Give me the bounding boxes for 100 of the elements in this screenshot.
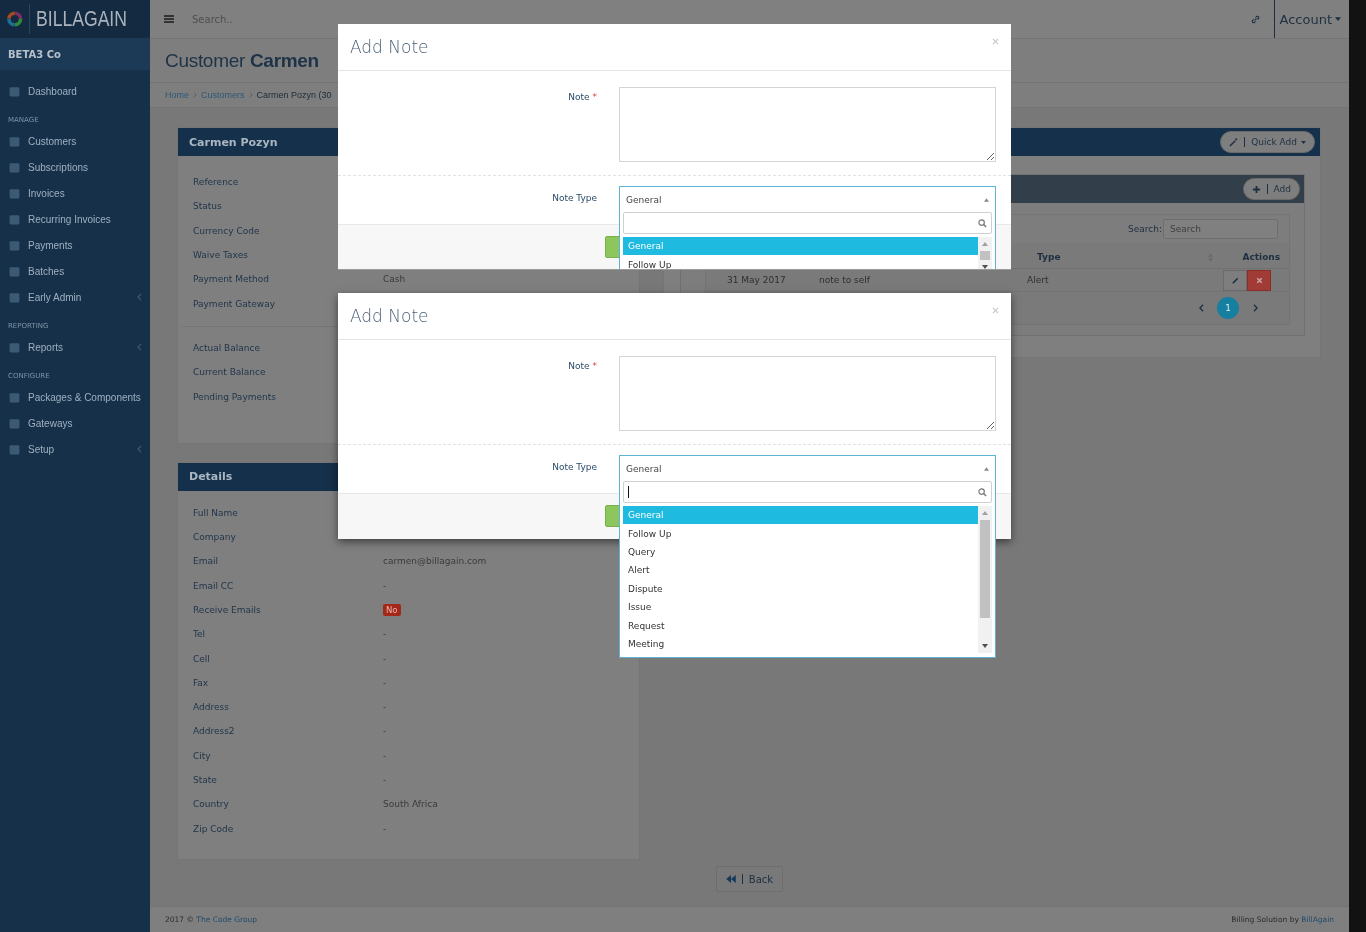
dialog-title: Add Note: [350, 306, 430, 326]
page-button[interactable]: 1: [1217, 297, 1239, 319]
chevron-left-icon: [137, 445, 142, 453]
dropdown-option[interactable]: Issue: [623, 597, 978, 617]
field-label: Fax: [193, 677, 210, 688]
note-textarea[interactable]: [619, 87, 996, 162]
add-button[interactable]: Add: [1242, 178, 1300, 200]
caret-icon: [1335, 17, 1341, 21]
field-value: -: [383, 775, 387, 786]
dropdown-option[interactable]: Follow Up: [623, 255, 978, 269]
breadcrumb-current: Carmen Pozyn (30: [256, 90, 332, 100]
chevron-left-icon: [1198, 304, 1204, 312]
field-label: Actual Balance: [193, 342, 261, 353]
search-icon: [978, 487, 987, 497]
link-icon[interactable]: [1249, 13, 1261, 25]
table-search-field[interactable]: Search: [1163, 219, 1278, 239]
field-label: Country: [193, 799, 230, 810]
field-label: State: [193, 775, 218, 786]
account-menu[interactable]: Account: [1279, 11, 1349, 27]
scrollbar[interactable]: [978, 506, 992, 654]
dropdown-option[interactable]: Follow Up: [623, 524, 978, 543]
page-title: Customer Carmen: [165, 49, 319, 72]
scrollbar[interactable]: [978, 237, 992, 269]
table-cell-text: note to self: [819, 275, 871, 285]
dropdown-option[interactable]: Meeting: [623, 634, 978, 654]
field-label: Pending Payments: [193, 391, 277, 402]
dropdown-option[interactable]: Request: [623, 616, 978, 635]
scroll-up-icon[interactable]: [982, 511, 988, 515]
field-label: City: [193, 750, 212, 761]
sidebar-item[interactable]: Batches: [0, 258, 150, 284]
search-label: Search:: [1128, 224, 1162, 234]
field-label: Tel: [193, 629, 206, 640]
note-type-label: Note Type: [551, 461, 597, 472]
field-value: carmen@billagain.com: [383, 556, 487, 567]
wand-icon: [1229, 137, 1239, 147]
pencil-icon: [1230, 275, 1240, 285]
dropdown-search-field[interactable]: [623, 212, 992, 234]
caret-icon: [1301, 140, 1306, 144]
field-label: Address: [193, 702, 230, 713]
field-value: Cash: [383, 274, 406, 285]
field-label: Company: [193, 532, 237, 543]
sidebar-item[interactable]: Subscriptions: [0, 154, 150, 180]
field-label: Full Name: [193, 507, 239, 518]
dropdown-search-field[interactable]: [623, 481, 992, 503]
note-textarea[interactable]: [619, 356, 996, 431]
plus-icon: [1251, 184, 1261, 194]
sidebar-item[interactable]: Early Admin: [0, 284, 150, 310]
status-badge: No: [383, 604, 401, 616]
note-label: Note *: [567, 360, 597, 371]
sidebar-item[interactable]: Payments: [0, 232, 150, 258]
sidebar-item[interactable]: Recurring Invoices: [0, 206, 150, 232]
field-label: Address2: [193, 726, 236, 737]
close-icon: [1254, 275, 1264, 285]
dropdown-option[interactable]: Query: [623, 542, 978, 562]
delete-button[interactable]: [1247, 269, 1271, 291]
field-label: Email CC: [193, 580, 235, 591]
field-label: Cell: [193, 653, 211, 664]
field-label: Current Balance: [193, 367, 267, 378]
table-cell-text: Alert: [1027, 275, 1050, 285]
note-label: Note *: [567, 91, 597, 102]
sidebar-item[interactable]: Packages & Components: [0, 384, 150, 410]
sidebar-item[interactable]: Setup: [0, 436, 150, 462]
field-value: -: [383, 750, 387, 761]
scroll-down-icon[interactable]: [982, 264, 988, 269]
field-value: -: [383, 726, 387, 737]
sidebar-item[interactable]: Invoices: [0, 180, 150, 206]
sidebar-item[interactable]: Customers: [0, 128, 150, 154]
sidebar-item[interactable]: Gateways: [0, 410, 150, 436]
field-value: -: [383, 629, 387, 640]
field-value: -: [383, 580, 387, 591]
dropdown-option[interactable]: Dispute: [623, 579, 978, 598]
chevron-left-icon: [137, 293, 142, 301]
note-type-select[interactable]: General: [619, 186, 996, 212]
panel-title: Carmen Pozyn: [189, 135, 278, 149]
field-label: Zip Code: [193, 823, 235, 834]
sidebar-item[interactable]: Dashboard: [0, 78, 150, 104]
field-label: Payment Method: [193, 274, 271, 285]
caret-up-icon: [984, 466, 989, 471]
field-value: -: [383, 702, 387, 713]
field-label: Currency Code: [193, 225, 261, 236]
dropdown-option[interactable]: Alert: [623, 561, 978, 580]
scroll-down-icon[interactable]: [982, 644, 988, 649]
chevron-right-icon: [193, 92, 197, 98]
field-value: -: [383, 653, 387, 664]
field-label: Waive Taxes: [193, 250, 249, 261]
panel-title: Details: [189, 470, 233, 484]
close-icon[interactable]: [992, 307, 999, 314]
quick-add-button[interactable]: Quick Add: [1220, 131, 1315, 153]
rewind-icon: [725, 875, 736, 883]
field-value: -: [383, 677, 387, 688]
edit-button[interactable]: [1223, 269, 1247, 291]
field-label: Email: [193, 556, 219, 567]
menu-icon[interactable]: [164, 15, 174, 23]
field-label: Status: [193, 201, 223, 212]
column-header: Actions: [1242, 252, 1281, 262]
note-type-select[interactable]: General: [619, 455, 996, 481]
company-name: BETA3 Co: [0, 38, 150, 70]
sidebar-item[interactable]: Reports: [0, 334, 150, 360]
close-icon[interactable]: [992, 38, 999, 45]
brand-name: BILLAGAIN: [36, 6, 128, 32]
